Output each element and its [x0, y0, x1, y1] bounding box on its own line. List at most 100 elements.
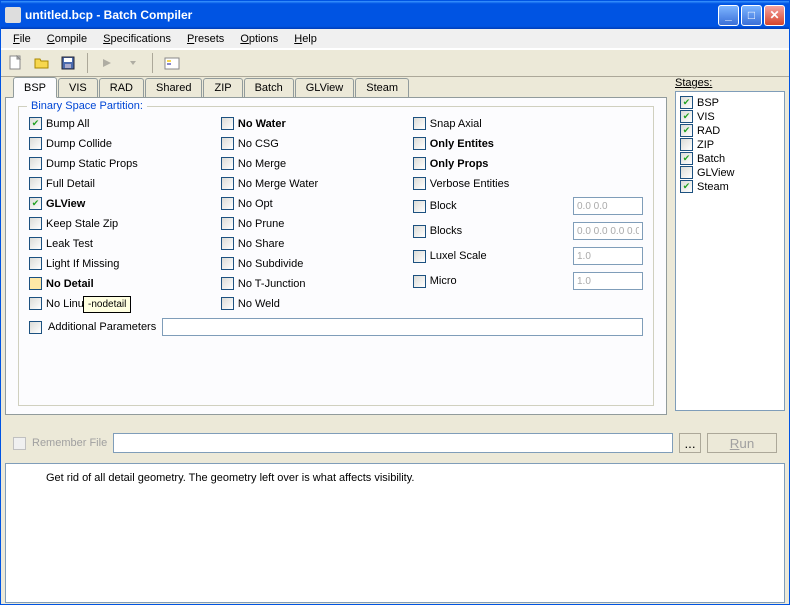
- option-only-entites[interactable]: Only Entites: [413, 137, 643, 150]
- option-glview[interactable]: GLView: [29, 197, 221, 210]
- checkbox[interactable]: [413, 225, 426, 238]
- open-file-icon[interactable]: [31, 52, 53, 74]
- option-micro[interactable]: Micro: [413, 272, 643, 290]
- option-full-detail[interactable]: Full Detail: [29, 177, 221, 190]
- checkbox[interactable]: [680, 96, 693, 109]
- checkbox[interactable]: [680, 138, 693, 151]
- checkbox[interactable]: [29, 217, 42, 230]
- option-no-linux-data[interactable]: No Linux Data-nodetail: [29, 297, 221, 310]
- minimize-button[interactable]: _: [718, 5, 739, 26]
- remember-file-input[interactable]: [113, 433, 673, 453]
- new-file-icon[interactable]: [5, 52, 27, 74]
- menu-options[interactable]: Options: [232, 31, 286, 47]
- tab-vis[interactable]: VIS: [58, 78, 98, 98]
- option-no-merge-water[interactable]: No Merge Water: [221, 177, 413, 190]
- stage-zip[interactable]: ZIP: [680, 138, 780, 151]
- checkbox[interactable]: [680, 110, 693, 123]
- checkbox[interactable]: [29, 277, 42, 290]
- option-verbose-entities[interactable]: Verbose Entities: [413, 177, 643, 190]
- checkbox[interactable]: [29, 117, 42, 130]
- play-icon[interactable]: [96, 52, 118, 74]
- checkbox[interactable]: [221, 137, 234, 150]
- option-no-opt[interactable]: No Opt: [221, 197, 413, 210]
- option-value-input[interactable]: [573, 197, 643, 215]
- additional-params-input[interactable]: [162, 318, 643, 336]
- run-button[interactable]: Run: [707, 433, 777, 453]
- option-no-merge[interactable]: No Merge: [221, 157, 413, 170]
- checkbox[interactable]: [29, 257, 42, 270]
- stage-bsp[interactable]: BSP: [680, 96, 780, 109]
- checkbox[interactable]: [413, 250, 426, 263]
- option-value-input[interactable]: [573, 222, 643, 240]
- checkbox[interactable]: [413, 117, 426, 130]
- additional-params-checkbox[interactable]: [29, 321, 42, 334]
- option-no-weld[interactable]: No Weld: [221, 297, 413, 310]
- menu-file[interactable]: File: [5, 31, 39, 47]
- checkbox[interactable]: [221, 237, 234, 250]
- checkbox[interactable]: [413, 137, 426, 150]
- checkbox[interactable]: [29, 137, 42, 150]
- checkbox[interactable]: [29, 177, 42, 190]
- tab-zip[interactable]: ZIP: [203, 78, 242, 98]
- presets-icon[interactable]: [161, 52, 183, 74]
- tab-bsp[interactable]: BSP: [13, 77, 57, 98]
- browse-button[interactable]: ...: [679, 433, 701, 453]
- menu-compile[interactable]: Compile: [39, 31, 95, 47]
- maximize-button[interactable]: □: [741, 5, 762, 26]
- stage-steam[interactable]: Steam: [680, 180, 780, 193]
- option-no-share[interactable]: No Share: [221, 237, 413, 250]
- option-no-subdivide[interactable]: No Subdivide: [221, 257, 413, 270]
- checkbox[interactable]: [413, 157, 426, 170]
- checkbox[interactable]: [221, 277, 234, 290]
- stage-rad[interactable]: RAD: [680, 124, 780, 137]
- close-button[interactable]: ✕: [764, 5, 785, 26]
- option-no-prune[interactable]: No Prune: [221, 217, 413, 230]
- option-no-t-junction[interactable]: No T-Junction: [221, 277, 413, 290]
- checkbox[interactable]: [680, 152, 693, 165]
- checkbox[interactable]: [29, 157, 42, 170]
- menu-specifications[interactable]: Specifications: [95, 31, 179, 47]
- checkbox[interactable]: [413, 275, 426, 288]
- dropdown-icon[interactable]: [122, 52, 144, 74]
- checkbox[interactable]: [221, 297, 234, 310]
- checkbox[interactable]: [221, 157, 234, 170]
- checkbox[interactable]: [221, 257, 234, 270]
- remember-checkbox[interactable]: [13, 437, 26, 450]
- option-no-csg[interactable]: No CSG: [221, 137, 413, 150]
- tab-rad[interactable]: RAD: [99, 78, 144, 98]
- tab-glview[interactable]: GLView: [295, 78, 355, 98]
- menu-help[interactable]: Help: [286, 31, 325, 47]
- checkbox[interactable]: [680, 166, 693, 179]
- option-luxel-scale[interactable]: Luxel Scale: [413, 247, 643, 265]
- option-light-if-missing[interactable]: Light If Missing: [29, 257, 221, 270]
- menu-presets[interactable]: Presets: [179, 31, 232, 47]
- checkbox[interactable]: [221, 217, 234, 230]
- checkbox[interactable]: [413, 177, 426, 190]
- checkbox[interactable]: [29, 237, 42, 250]
- option-only-props[interactable]: Only Props: [413, 157, 643, 170]
- tab-shared[interactable]: Shared: [145, 78, 202, 98]
- stage-glview[interactable]: GLView: [680, 166, 780, 179]
- checkbox[interactable]: [680, 124, 693, 137]
- option-blocks[interactable]: Blocks: [413, 222, 643, 240]
- checkbox[interactable]: [221, 117, 234, 130]
- checkbox[interactable]: [29, 197, 42, 210]
- option-dump-static-props[interactable]: Dump Static Props: [29, 157, 221, 170]
- option-block[interactable]: Block: [413, 197, 643, 215]
- stage-batch[interactable]: Batch: [680, 152, 780, 165]
- option-bump-all[interactable]: Bump All: [29, 117, 221, 130]
- stage-vis[interactable]: VIS: [680, 110, 780, 123]
- option-no-water[interactable]: No Water: [221, 117, 413, 130]
- option-dump-collide[interactable]: Dump Collide: [29, 137, 221, 150]
- tab-steam[interactable]: Steam: [355, 78, 409, 98]
- tab-batch[interactable]: Batch: [244, 78, 294, 98]
- option-keep-stale-zip[interactable]: Keep Stale Zip: [29, 217, 221, 230]
- option-value-input[interactable]: [573, 247, 643, 265]
- checkbox[interactable]: [29, 297, 42, 310]
- checkbox[interactable]: [221, 177, 234, 190]
- save-file-icon[interactable]: [57, 52, 79, 74]
- checkbox[interactable]: [221, 197, 234, 210]
- checkbox[interactable]: [680, 180, 693, 193]
- checkbox[interactable]: [413, 200, 426, 213]
- option-leak-test[interactable]: Leak Test: [29, 237, 221, 250]
